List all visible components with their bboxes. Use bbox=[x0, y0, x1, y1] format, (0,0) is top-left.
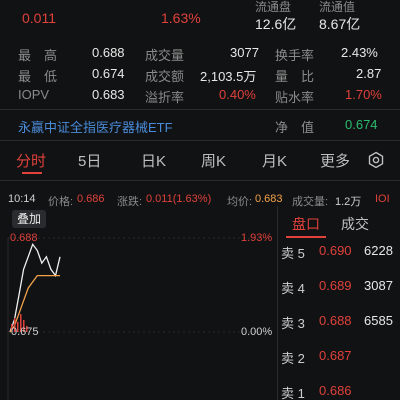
premium-label: 溢折率 bbox=[145, 90, 185, 105]
iopv-label: IOPV bbox=[18, 87, 50, 102]
info-time: 10:14 bbox=[8, 193, 36, 205]
ask-row-3[interactable]: 卖 3 0.688 6585 bbox=[281, 313, 400, 333]
premium-value: 0.40% bbox=[219, 87, 256, 102]
ask-level-label: 卖 2 bbox=[281, 351, 305, 366]
discount-value: 1.70% bbox=[345, 87, 382, 102]
info-vol-label: 成交量: bbox=[292, 196, 329, 208]
tab-5day[interactable]: 5日 bbox=[78, 150, 101, 171]
discount-label: 贴水率 bbox=[275, 90, 315, 105]
volume-label: 成交量 bbox=[145, 48, 185, 63]
ask-level-label: 卖 4 bbox=[281, 281, 305, 296]
panel-divider bbox=[277, 206, 278, 400]
info-avg-label: 均价: bbox=[227, 196, 253, 208]
ask-price: 0.689 bbox=[319, 278, 352, 293]
volume-ratio-value: 2.87 bbox=[356, 66, 382, 81]
gear-icon[interactable] bbox=[367, 151, 385, 169]
divider bbox=[0, 109, 400, 110]
info-vol-value: 1.2万 bbox=[335, 196, 362, 208]
volume-ratio-label: 量 比 bbox=[275, 69, 315, 84]
tab-weekly-k[interactable]: 周K bbox=[201, 150, 226, 171]
divider bbox=[0, 180, 400, 181]
nav-label: 净 值 bbox=[275, 120, 315, 135]
iopv-badge[interactable]: IOI bbox=[375, 193, 390, 205]
divider bbox=[0, 140, 400, 141]
overlay-button[interactable]: 叠加 bbox=[12, 210, 46, 228]
tab-order-book[interactable]: 盘口 bbox=[292, 214, 320, 234]
info-price-value: 0.686 bbox=[77, 193, 105, 205]
info-change-value: 0.011(1.63%) bbox=[146, 193, 212, 205]
float-shares-value: 12.6亿 bbox=[255, 16, 297, 32]
info-price-label: 价格: bbox=[48, 196, 74, 208]
ask-row-5[interactable]: 卖 5 0.690 6228 bbox=[281, 243, 400, 263]
ask-price: 0.686 bbox=[319, 383, 352, 398]
high-value: 0.688 bbox=[92, 45, 125, 60]
amount-value: 2,103.5万 bbox=[200, 69, 257, 84]
tab-intraday[interactable]: 分时 bbox=[16, 150, 46, 171]
ask-level-label: 卖 1 bbox=[281, 386, 305, 400]
ask-row-4[interactable]: 卖 4 0.689 3087 bbox=[281, 278, 400, 298]
chart-low-label: 0.675 bbox=[11, 326, 39, 338]
turnover-label: 换手率 bbox=[275, 48, 315, 63]
float-mktcap-value: 8.67亿 bbox=[319, 16, 361, 32]
ask-row-2[interactable]: 卖 2 0.687 bbox=[281, 348, 400, 368]
chart-zero-pct: 0.00% bbox=[241, 326, 273, 338]
amount-label: 成交额 bbox=[145, 69, 185, 84]
turnover-value: 2.43% bbox=[341, 45, 378, 60]
float-mktcap-label: 流通值 bbox=[319, 0, 356, 14]
high-label: 最 高 bbox=[18, 48, 58, 63]
price-change-value: 0.011 bbox=[22, 10, 56, 26]
nav-value: 0.674 bbox=[345, 117, 378, 132]
ask-price: 0.690 bbox=[319, 243, 352, 258]
ask-price: 0.688 bbox=[319, 313, 352, 328]
ask-price: 0.687 bbox=[319, 348, 352, 363]
info-change-label: 涨跌: bbox=[117, 196, 143, 208]
ask-level-label: 卖 3 bbox=[281, 316, 305, 331]
active-tab-indicator bbox=[22, 172, 42, 174]
ask-volume: 3087 bbox=[364, 278, 393, 293]
tab-more[interactable]: 更多 bbox=[320, 150, 350, 171]
ask-row-1[interactable]: 卖 1 0.686 bbox=[281, 383, 400, 400]
float-shares-label: 流通盘 bbox=[255, 0, 292, 14]
fund-name-link[interactable]: 永赢中证全指医疗器械ETF bbox=[18, 117, 173, 136]
ask-volume: 6228 bbox=[364, 243, 393, 258]
volume-value: 3077 bbox=[230, 45, 259, 60]
chart-high-label: 0.688 bbox=[10, 232, 38, 244]
tab-monthly-k[interactable]: 月K bbox=[262, 150, 287, 171]
change-percent: 1.63% bbox=[161, 10, 201, 26]
iopv-value: 0.683 bbox=[92, 87, 125, 102]
intraday-chart[interactable] bbox=[0, 228, 276, 400]
ask-volume: 6585 bbox=[364, 313, 393, 328]
info-avg-value: 0.683 bbox=[255, 193, 283, 205]
tab-trades[interactable]: 成交 bbox=[341, 214, 369, 234]
tab-daily-k[interactable]: 日K bbox=[141, 150, 166, 171]
low-label: 最 低 bbox=[18, 69, 58, 84]
low-value: 0.674 bbox=[92, 66, 125, 81]
ask-level-label: 卖 5 bbox=[281, 246, 305, 261]
active-tab-indicator bbox=[286, 236, 326, 238]
chart-high-pct: 1.93% bbox=[241, 232, 273, 244]
